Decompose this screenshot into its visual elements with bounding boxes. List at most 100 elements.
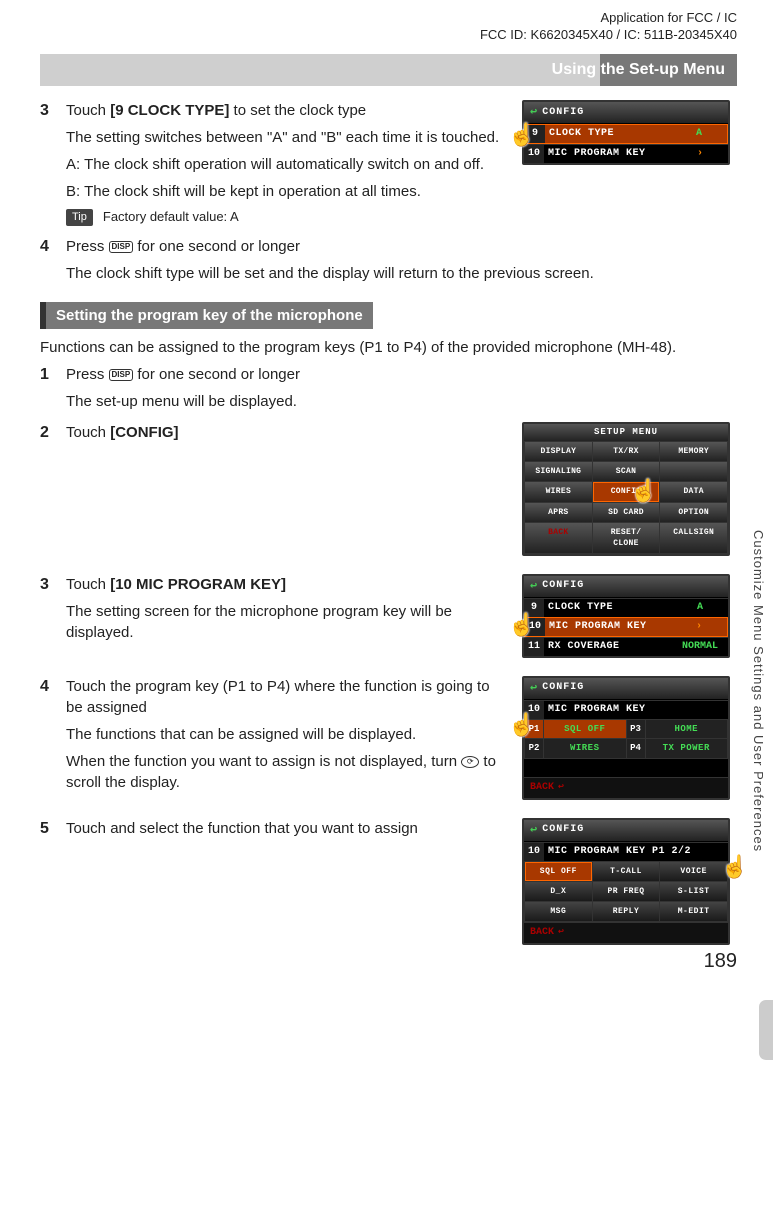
menu-txrx[interactable]: TX/RX xyxy=(593,442,660,461)
func-sql-off[interactable]: SQL OFF xyxy=(525,862,592,881)
row-value: NORMAL xyxy=(672,638,728,656)
step1-desc: The set-up menu will be displayed. xyxy=(66,391,737,412)
pkey-p4-val[interactable]: TX POWER xyxy=(646,739,728,758)
step-4b: 4 Touch the program key (P1 to P4) where… xyxy=(40,676,506,799)
back-arrow-icon: ↩ xyxy=(558,926,564,940)
side-chapter-label: Customize Menu Settings and User Prefere… xyxy=(749,530,767,852)
row-value: › xyxy=(672,145,728,163)
step5-line1: Touch and select the function that you w… xyxy=(66,818,506,839)
func-msg[interactable]: MSG xyxy=(525,902,592,921)
step-5: 5 Touch and select the function that you… xyxy=(40,818,506,845)
step3b-desc: The setting screen for the microphone pr… xyxy=(66,601,506,643)
config-row-9[interactable]: 9 CLOCK TYPE A xyxy=(524,598,728,617)
step-number: 3 xyxy=(40,100,66,232)
row-value: › xyxy=(671,618,727,636)
step-1: 1 Press DISP for one second or longer Th… xyxy=(40,364,737,418)
ref-config: [CONFIG] xyxy=(110,424,178,441)
option-a: A: The clock shift operation will automa… xyxy=(66,154,506,175)
step-2: 2 Touch [CONFIG] xyxy=(40,422,506,449)
pkeys-header: 10 MIC PROGRAM KEY xyxy=(524,700,728,719)
step-3b: 3 Touch [10 MIC PROGRAM KEY] The setting… xyxy=(40,574,506,649)
func-header: 10 MIC PROGRAM KEY P1 2/2 xyxy=(524,842,728,861)
row-label: MIC PROGRAM KEY xyxy=(544,701,728,719)
menu-option[interactable]: OPTION xyxy=(660,503,727,522)
func-pr-freq[interactable]: PR FREQ xyxy=(593,882,660,901)
step3-desc: The setting switches between "A" and "B"… xyxy=(66,127,506,148)
step-3: 3 Touch [9 CLOCK TYPE] to set the clock … xyxy=(40,100,506,232)
func-t-call[interactable]: T-CALL xyxy=(593,862,660,881)
menu-wires[interactable]: WIRES xyxy=(525,482,592,501)
func-s-list[interactable]: S-LIST xyxy=(660,882,727,901)
menu-gm[interactable] xyxy=(660,462,727,481)
func-d-x[interactable]: D_X xyxy=(525,882,592,901)
screen-title: CONFIG xyxy=(542,681,584,695)
subheading: Setting the program key of the microphon… xyxy=(40,302,373,329)
row-num: 10 xyxy=(524,145,544,163)
step4b-line2: The functions that can be assigned will … xyxy=(66,724,506,745)
config-row-11[interactable]: 11 RX COVERAGE NORMAL xyxy=(524,637,728,656)
disp-button-icon: DISP xyxy=(109,241,134,253)
pkey-p4[interactable]: P4 xyxy=(627,739,645,758)
config-row-9[interactable]: 9 CLOCK TYPE A xyxy=(524,124,728,144)
menu-sdcard[interactable]: SD CARD xyxy=(593,503,660,522)
pkey-p2[interactable]: P2 xyxy=(525,739,543,758)
step4-desc: The clock shift type will be set and the… xyxy=(66,263,737,284)
back-button[interactable]: BACK↩ xyxy=(524,922,728,943)
menu-callsign[interactable]: CALLSIGN xyxy=(660,523,727,553)
back-arrow-icon: ↩ xyxy=(530,578,538,595)
func-m-edit[interactable]: M-EDIT xyxy=(660,902,727,921)
menu-back[interactable]: BACK xyxy=(525,523,592,553)
row-num: 10 xyxy=(524,843,544,861)
touch-hand-icon: ☝ xyxy=(508,710,534,736)
disp-button-icon: DISP xyxy=(109,369,134,381)
intro-text: Functions can be assigned to the program… xyxy=(40,337,737,358)
doc-header: Application for FCC / IC FCC ID: K662034… xyxy=(40,10,737,44)
tip-text: Factory default value: A xyxy=(103,208,239,226)
touch-hand-icon: ☝ xyxy=(508,610,534,636)
touch-hand-icon: ☝ xyxy=(721,852,747,878)
step-number: 2 xyxy=(40,422,66,449)
page-number: 189 xyxy=(704,947,737,975)
header-line2: FCC ID: K6620345X40 / IC: 511B-20345X40 xyxy=(40,27,737,44)
row-num: 11 xyxy=(524,638,544,656)
screen-config-clock-type: ↩ CONFIG 9 CLOCK TYPE A 10 MIC PROGRAM KE… xyxy=(522,100,730,165)
back-arrow-icon: ↩ xyxy=(530,104,538,121)
menu-aprs[interactable]: APRS xyxy=(525,503,592,522)
row-value: A xyxy=(671,125,727,143)
screen-title: CONFIG xyxy=(542,106,584,120)
back-arrow-icon: ↩ xyxy=(530,680,538,697)
tip-badge: Tip xyxy=(66,209,93,226)
header-line1: Application for FCC / IC xyxy=(40,10,737,27)
step-number: 4 xyxy=(40,676,66,799)
option-b: B: The clock shift will be kept in opera… xyxy=(66,181,506,202)
pkey-p3[interactable]: P3 xyxy=(627,720,645,739)
func-reply[interactable]: REPLY xyxy=(593,902,660,921)
step-4: 4 Press DISP for one second or longer Th… xyxy=(40,236,737,290)
row-label: CLOCK TYPE xyxy=(545,125,671,143)
menu-signaling[interactable]: SIGNALING xyxy=(525,462,592,481)
ref-10-mic-program-key: [10 MIC PROGRAM KEY] xyxy=(110,576,286,593)
back-arrow-icon: ↩ xyxy=(558,781,564,795)
pkey-p2-val[interactable]: WIRES xyxy=(544,739,626,758)
step-number: 3 xyxy=(40,574,66,649)
dial-icon: ⟳ xyxy=(461,756,479,768)
screen-title: SETUP MENU xyxy=(524,424,728,441)
back-arrow-icon: ↩ xyxy=(530,822,538,839)
menu-data[interactable]: DATA xyxy=(660,482,727,501)
menu-reset-clone[interactable]: RESET/ CLONE xyxy=(593,523,660,553)
pkey-p3-val[interactable]: HOME xyxy=(646,720,728,739)
step-number: 1 xyxy=(40,364,66,418)
config-row-10[interactable]: 10 MIC PROGRAM KEY › xyxy=(524,144,728,163)
side-tab xyxy=(759,1000,773,1060)
section-title: Using the Set-up Menu xyxy=(52,59,725,81)
touch-hand-icon: ☝ xyxy=(508,120,534,146)
ref-9-clock-type: [9 CLOCK TYPE] xyxy=(110,102,229,119)
func-voice[interactable]: VOICE xyxy=(660,862,727,881)
back-button[interactable]: BACK↩ xyxy=(524,777,728,798)
config-row-10[interactable]: 10 MIC PROGRAM KEY › xyxy=(524,617,728,637)
pkey-p1-val[interactable]: SQL OFF xyxy=(544,720,626,739)
screen-func-select: ↩CONFIG 10 MIC PROGRAM KEY P1 2/2 SQL OF… xyxy=(522,818,730,945)
menu-display[interactable]: DISPLAY xyxy=(525,442,592,461)
menu-memory[interactable]: MEMORY xyxy=(660,442,727,461)
step-number: 5 xyxy=(40,818,66,845)
